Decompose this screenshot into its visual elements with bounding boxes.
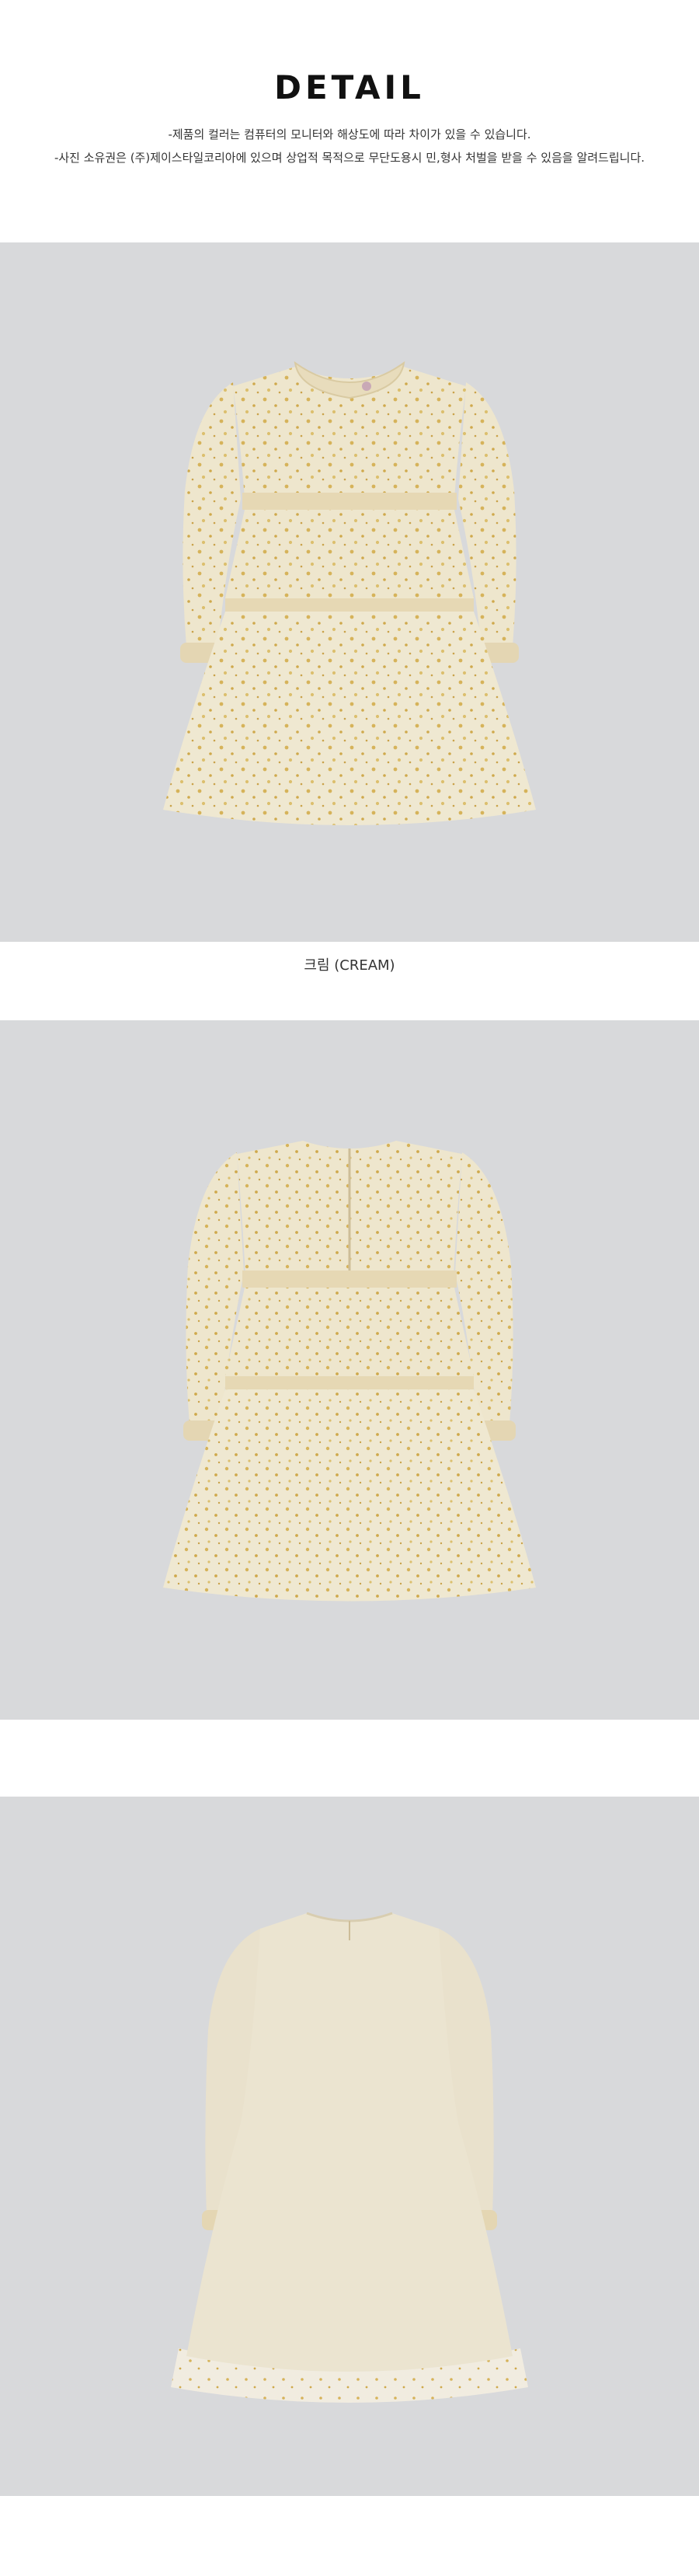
product-photo-front — [0, 242, 699, 942]
color-caption: 크림 (CREAM) — [304, 957, 395, 974]
detail-header: DETAIL -제품의 컬러는 컴퓨터의 모니터와 해상도에 따라 차이가 있을… — [0, 0, 699, 242]
page-title: DETAIL — [274, 68, 425, 106]
product-photo-back — [0, 1020, 699, 1720]
color-notice-text: -제품의 컬러는 컴퓨터의 모니터와 해상도에 따라 차이가 있을 수 있습니다… — [168, 127, 531, 141]
copyright-notice-text: -사진 소유권은 (주)제이스타일코리아에 있으며 상업적 목적으로 무단도용시… — [54, 151, 645, 165]
dress-back-illustration — [163, 1141, 536, 1602]
dress-lining-illustration — [171, 1912, 528, 2403]
dress-front-illustration — [163, 361, 536, 825]
product-photo-lining — [0, 1797, 699, 2496]
